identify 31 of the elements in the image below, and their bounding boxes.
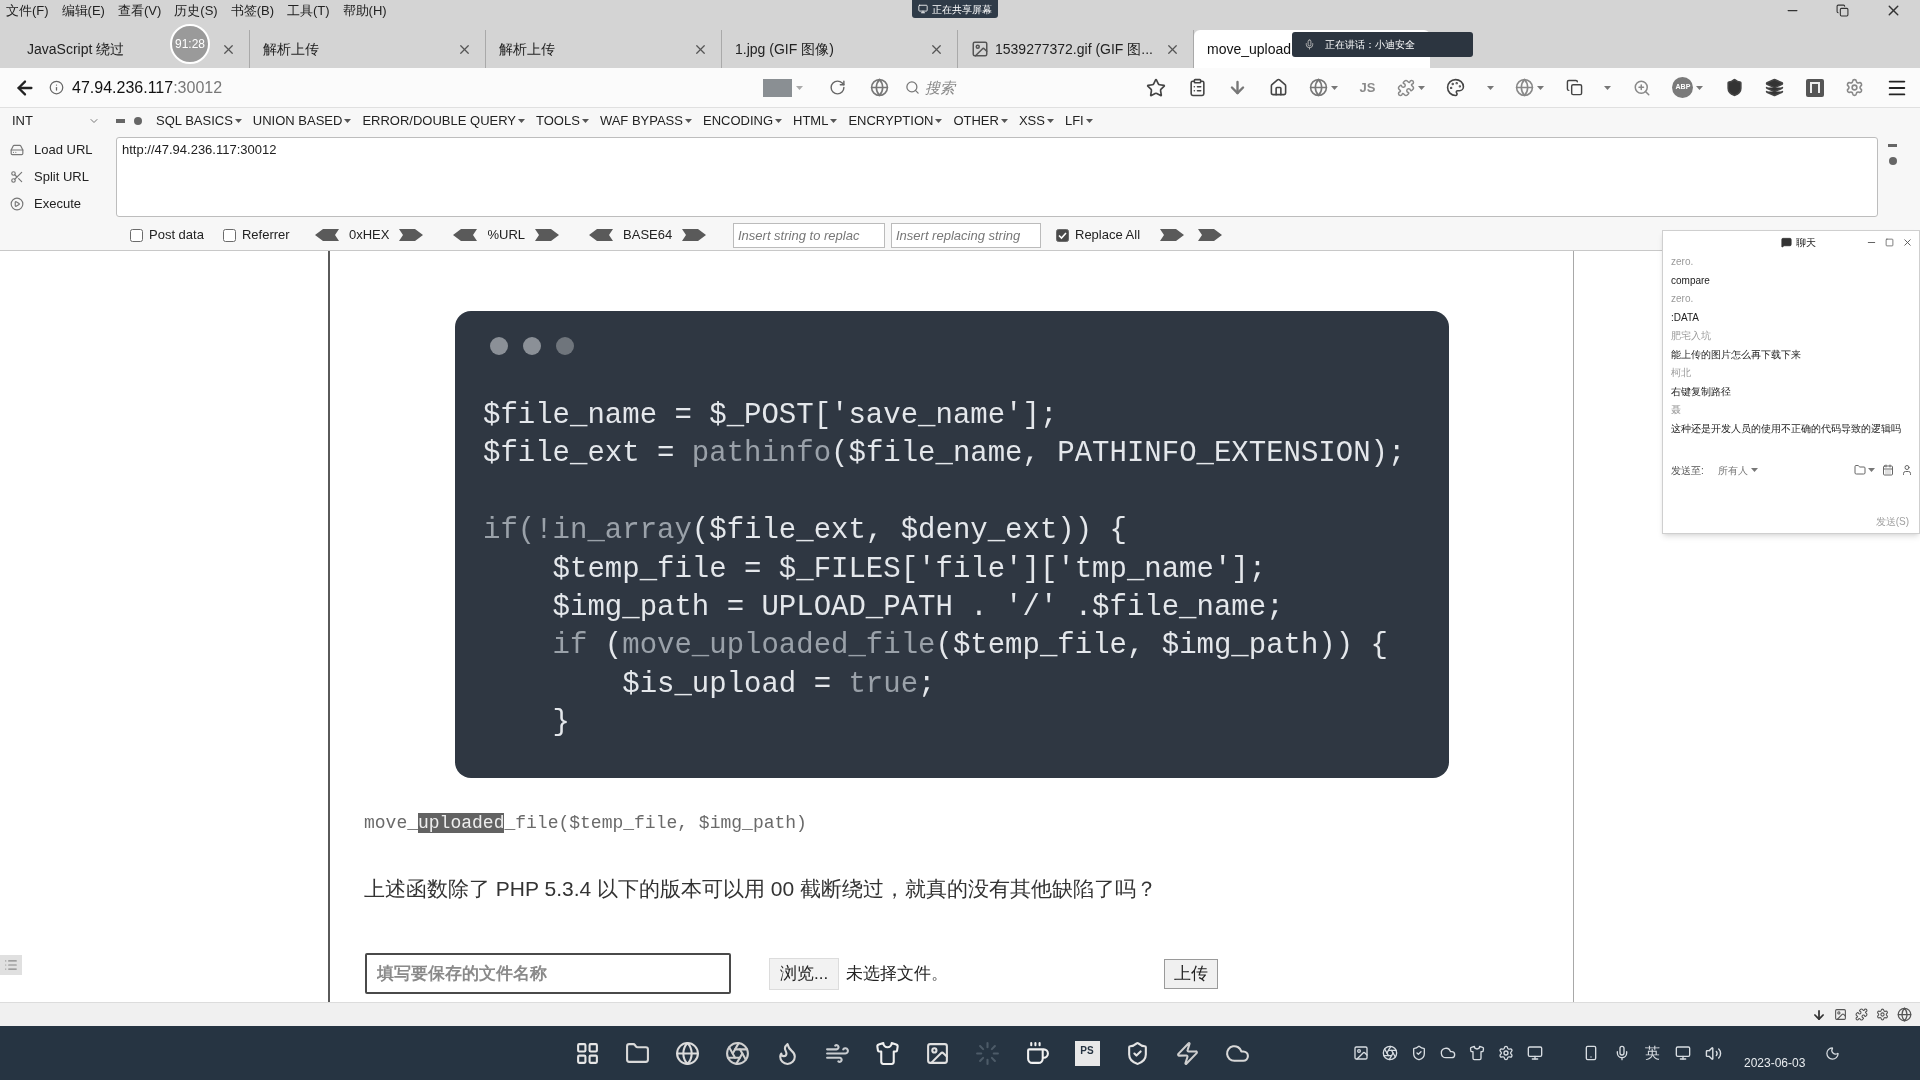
- sender-name: 肥宅入坑: [1671, 329, 1712, 343]
- speaking-text: 正在讲话：小迪安全: [1325, 38, 1415, 52]
- code-line: $file_name = $_POST['save_name'];: [483, 398, 1059, 434]
- code-line: $is_upload = true;: [621, 666, 937, 703]
- encoder-label: %URL: [487, 226, 526, 245]
- code-line: if (move_uploaded_file($temp_file, $img_path)) {: [551, 628, 1389, 665]
- option-label: Post data: [149, 226, 204, 245]
- sender-name: zero.: [1671, 292, 1695, 306]
- code-line: $temp_file = $_FILES['file']['tmp_name'];: [551, 551, 1268, 588]
- chat-message: compare: [1671, 273, 1711, 288]
- chat-message: 能上传的图片怎么再下载下来: [1671, 347, 1802, 362]
- code-line: $img_path = UPLOAD_PATH . '/' .$file_name;: [551, 589, 1285, 626]
- sender-name: zero.: [1671, 255, 1695, 269]
- sender-name: 聂: [1671, 403, 1682, 417]
- chat-message: 这种还是开发人员的使用不正确的代码导致的逻辑吗: [1671, 421, 1902, 436]
- recording-timer: 91:28: [170, 24, 210, 64]
- code-line: $file_ext = pathinfo($file_name, PATHINFO_EXTENSION);: [483, 436, 1407, 473]
- option-label: Replace All: [1075, 226, 1141, 245]
- chat-title: 聊天: [1796, 235, 1816, 250]
- option-label: Referrer: [241, 226, 290, 245]
- file-status-text: 未选择文件。: [846, 962, 949, 985]
- question-text: 上述函数除了 PHP 5.3.4 以下的版本可以用 00 截断绕过，就真的没有其他缺陷了吗？: [364, 876, 1159, 902]
- encoder-label: BASE64: [623, 226, 673, 245]
- code-line: }: [551, 705, 571, 742]
- encoder-label: 0xHEX: [349, 226, 390, 245]
- sender-name: 柯北: [1671, 366, 1692, 380]
- chat-message: 右键复制路径: [1671, 384, 1732, 399]
- code-line: if(!in_array($file_ext, $deny_ext)) {: [483, 513, 1128, 550]
- send-to-label: 发送至:: [1671, 463, 1704, 478]
- sharing-text: 正在共享屏幕: [932, 2, 992, 17]
- chat-message: :DATA: [1671, 310, 1700, 325]
